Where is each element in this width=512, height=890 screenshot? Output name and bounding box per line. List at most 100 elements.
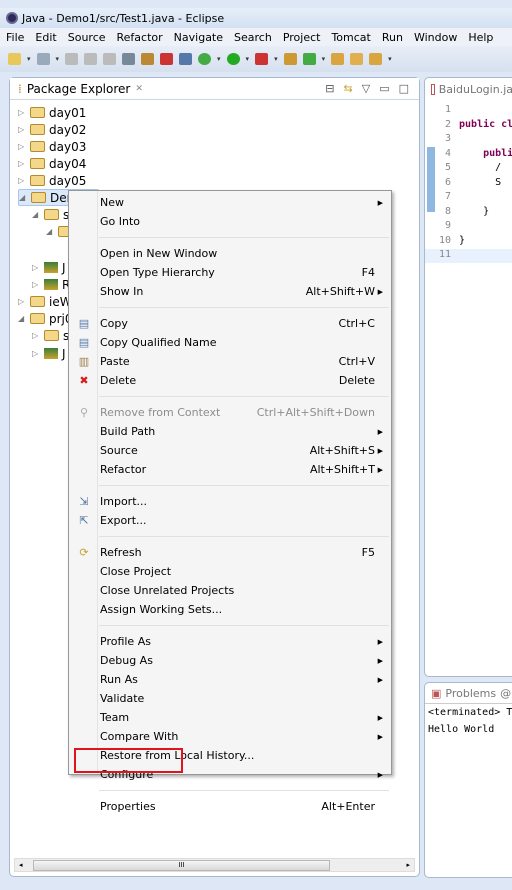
menu-project[interactable]: Project xyxy=(283,31,321,44)
tree-node[interactable]: ▷ day01 xyxy=(18,104,86,121)
new-class-icon[interactable] xyxy=(302,53,316,65)
debug-icon[interactable] xyxy=(198,53,212,65)
collapsed-arrow-icon[interactable]: ▷ xyxy=(18,159,26,168)
menu-item-source[interactable]: Source Alt+Shift+S ▶ xyxy=(71,441,389,460)
menu-tomcat[interactable]: Tomcat xyxy=(331,31,370,44)
menu-item-debug-as[interactable]: Debug As ▶ xyxy=(71,651,389,670)
menu-window[interactable]: Window xyxy=(414,31,457,44)
menu-item-refresh[interactable]: ⟳ Refresh F5 xyxy=(71,543,389,562)
scroll-right-icon[interactable]: ▸ xyxy=(406,861,414,869)
expanded-arrow-icon[interactable]: ◢ xyxy=(19,193,27,202)
menu-item-open-type-hierarchy[interactable]: Open Type Hierarchy F4 xyxy=(71,263,389,282)
collapsed-arrow-icon[interactable]: ▷ xyxy=(32,349,40,358)
menu-item-compare-with[interactable]: Compare With ▶ xyxy=(71,727,389,746)
menu-file[interactable]: File xyxy=(6,31,24,44)
collapsed-arrow-icon[interactable]: ▷ xyxy=(18,142,26,151)
menu-item-import[interactable]: ⇲ Import... xyxy=(71,492,389,511)
collapsed-arrow-icon[interactable]: ▷ xyxy=(18,176,26,185)
menu-item-label: Compare With xyxy=(100,730,179,743)
collapsed-arrow-icon[interactable]: ▷ xyxy=(18,297,26,306)
menu-item-copy-qualified-name[interactable]: ▤ Copy Qualified Name xyxy=(71,333,389,352)
menu-item-close-unrelated-projects[interactable]: Close Unrelated Projects xyxy=(71,581,389,600)
run-dropdown-icon[interactable]: ▾ xyxy=(246,55,250,63)
tomcat-stop-icon[interactable] xyxy=(160,53,174,65)
open-project-icon[interactable] xyxy=(331,53,345,65)
scrollbar-thumb[interactable]: III xyxy=(33,860,330,871)
menu-source[interactable]: Source xyxy=(68,31,106,44)
open-type-dropdown-icon[interactable]: ▾ xyxy=(56,55,60,63)
menu-item-team[interactable]: Team ▶ xyxy=(71,708,389,727)
new-class-dropdown-icon[interactable]: ▾ xyxy=(322,55,326,63)
tab-editor-file[interactable]: BaiduLogin.ja xyxy=(425,78,512,100)
horizontal-scrollbar[interactable]: ◂ III ▸ xyxy=(14,858,415,872)
debug-dropdown-icon[interactable]: ▾ xyxy=(217,55,221,63)
menu-edit[interactable]: Edit xyxy=(35,31,56,44)
open-folder-icon[interactable] xyxy=(350,53,364,65)
maximize-icon[interactable]: □ xyxy=(399,82,409,95)
open-type-icon[interactable] xyxy=(36,53,50,65)
save-all-icon[interactable] xyxy=(84,53,98,65)
menu-search[interactable]: Search xyxy=(234,31,272,44)
tomcat-restart-icon[interactable] xyxy=(179,53,193,65)
menu-navigate[interactable]: Navigate xyxy=(174,31,223,44)
tree-node[interactable]: ▷ J xyxy=(32,345,66,362)
menu-help[interactable]: Help xyxy=(468,31,493,44)
javadoc-tab[interactable]: @ xyxy=(500,687,511,700)
tree-node[interactable]: ▷ s xyxy=(32,327,69,344)
tree-node[interactable]: ▷ day02 xyxy=(18,121,86,138)
expanded-arrow-icon[interactable]: ◢ xyxy=(18,314,26,323)
menu-item-paste[interactable]: ▥ Paste Ctrl+V xyxy=(71,352,389,371)
tree-node[interactable]: ◢ s xyxy=(32,206,69,223)
menu-item-build-path[interactable]: Build Path ▶ xyxy=(71,422,389,441)
tab-package-explorer[interactable]: ⁞ Package Explorer ✕ ⊟ ⇆ ▽ ▭ □ xyxy=(10,78,419,100)
menu-run[interactable]: Run xyxy=(382,31,403,44)
save-icon[interactable] xyxy=(65,53,79,65)
collapsed-arrow-icon[interactable]: ▷ xyxy=(18,108,26,117)
tomcat-start-icon[interactable] xyxy=(141,53,155,65)
external-tools-dropdown-icon[interactable]: ▾ xyxy=(274,55,278,63)
collapse-all-icon[interactable]: ⊟ xyxy=(325,82,334,95)
menu-item-export[interactable]: ⇱ Export... xyxy=(71,511,389,530)
menu-item-validate[interactable]: Validate xyxy=(71,689,389,708)
brush-dropdown-icon[interactable]: ▾ xyxy=(388,55,392,63)
tree-node[interactable]: ▷ J xyxy=(32,259,66,276)
expanded-arrow-icon[interactable]: ◢ xyxy=(32,210,40,219)
menu-refactor[interactable]: Refactor xyxy=(117,31,163,44)
menu-item-profile-as[interactable]: Profile As ▶ xyxy=(71,632,389,651)
new-icon[interactable] xyxy=(8,53,21,65)
menu-item-close-project[interactable]: Close Project xyxy=(71,562,389,581)
scroll-left-icon[interactable]: ◂ xyxy=(15,861,23,869)
view-menu-icon[interactable]: ▽ xyxy=(362,82,370,95)
menu-item-copy[interactable]: ▤ Copy Ctrl+C xyxy=(71,314,389,333)
menu-item-properties[interactable]: Properties Alt+Enter xyxy=(71,797,389,816)
menu-item-assign-working-sets[interactable]: Assign Working Sets... xyxy=(71,600,389,619)
print-icon[interactable] xyxy=(103,53,117,65)
collapsed-arrow-icon[interactable]: ▷ xyxy=(18,125,26,134)
search-icon[interactable] xyxy=(122,53,136,65)
brush-icon[interactable] xyxy=(369,53,383,65)
link-editor-icon[interactable]: ⇆ xyxy=(344,82,353,95)
new-package-icon[interactable] xyxy=(283,53,297,65)
tree-node[interactable]: ▷ day05 xyxy=(18,172,86,189)
menu-item-open-in-new-window[interactable]: Open in New Window xyxy=(71,244,389,263)
tab-problems[interactable]: ▣ Problems @ xyxy=(425,683,512,703)
new-dropdown-icon[interactable]: ▾ xyxy=(27,55,31,63)
tree-node[interactable]: ◢ prj0 xyxy=(18,310,73,327)
tree-node[interactable]: ▷ day03 xyxy=(18,138,86,155)
tree-node[interactable]: ▷ day04 xyxy=(18,155,86,172)
collapsed-arrow-icon[interactable]: ▷ xyxy=(32,280,40,289)
close-tab-icon[interactable]: ✕ xyxy=(135,84,143,94)
external-tools-icon[interactable] xyxy=(255,53,269,65)
menu-item-run-as[interactable]: Run As ▶ xyxy=(71,670,389,689)
collapsed-arrow-icon[interactable]: ▷ xyxy=(32,263,40,272)
menu-item-go-into[interactable]: Go Into xyxy=(71,212,389,231)
menu-item-new[interactable]: New ▶ xyxy=(71,193,389,212)
minimize-icon[interactable]: ▭ xyxy=(379,82,389,95)
run-icon[interactable] xyxy=(226,53,240,65)
tree-node[interactable]: ▷ R xyxy=(32,276,70,293)
menu-item-show-in[interactable]: Show In Alt+Shift+W ▶ xyxy=(71,282,389,301)
collapsed-arrow-icon[interactable]: ▷ xyxy=(32,331,40,340)
menu-item-delete[interactable]: ✖ Delete Delete xyxy=(71,371,389,390)
menu-item-refactor[interactable]: Refactor Alt+Shift+T ▶ xyxy=(71,460,389,479)
expanded-arrow-icon[interactable]: ◢ xyxy=(46,227,54,236)
